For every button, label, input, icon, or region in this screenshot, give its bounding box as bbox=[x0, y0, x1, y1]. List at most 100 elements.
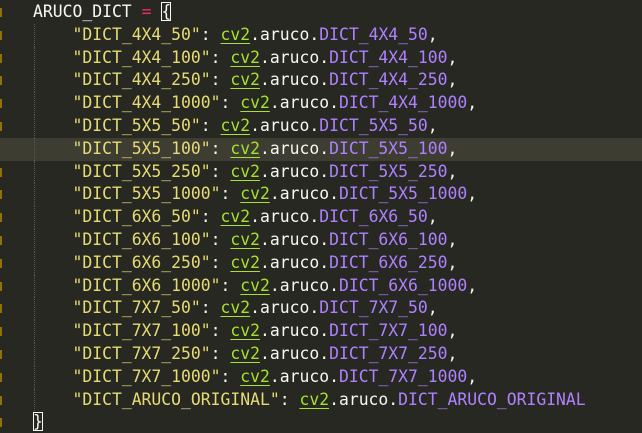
comma: , bbox=[467, 275, 478, 295]
dict-constant: DICT_5X5_1000 bbox=[338, 184, 468, 204]
code-line-entry[interactable]: "DICT_7X7_250": cv2.aruco.DICT_7X7_250, bbox=[0, 343, 642, 366]
code-line-content: "DICT_5X5_1000": cv2.aruco.DICT_5X5_1000… bbox=[33, 183, 477, 206]
code-line-content: "DICT_7X7_250": cv2.aruco.DICT_7X7_250, bbox=[33, 343, 457, 366]
module-name: cv2 bbox=[240, 184, 270, 204]
code-line-content: "DICT_7X7_1000": cv2.aruco.DICT_7X7_1000… bbox=[33, 366, 477, 389]
submodule-name: aruco bbox=[279, 93, 330, 113]
dot: . bbox=[319, 252, 330, 272]
comma: , bbox=[447, 230, 458, 249]
code-line-content: "DICT_4X4_100": cv2.aruco.DICT_4X4_100, bbox=[33, 47, 457, 70]
colon: : bbox=[220, 93, 231, 113]
submodule-name: aruco bbox=[260, 207, 310, 227]
comma: , bbox=[427, 207, 438, 227]
colon: : bbox=[210, 230, 221, 249]
module-name: cv2 bbox=[240, 275, 270, 295]
dict-constant: DICT_4X4_250 bbox=[329, 70, 448, 90]
code-line-entry[interactable]: "DICT_6X6_100": cv2.aruco.DICT_6X6_100, bbox=[0, 229, 642, 252]
dot: . bbox=[309, 24, 320, 44]
dot: . bbox=[309, 116, 320, 135]
dot: . bbox=[260, 344, 270, 363]
dict-key-string: "DICT_4X4_100" bbox=[72, 47, 211, 67]
code-line-content: "DICT_5X5_100": cv2.aruco.DICT_5X5_100, bbox=[33, 138, 457, 161]
code-line-header[interactable]: ARUCO_DICT = { bbox=[0, 1, 642, 24]
submodule-name: aruco bbox=[260, 298, 310, 318]
comma: , bbox=[427, 116, 438, 135]
module-name: cv2 bbox=[240, 93, 270, 113]
colon: : bbox=[200, 207, 211, 227]
code-line-entry[interactable]: "DICT_5X5_250": cv2.aruco.DICT_5X5_250, bbox=[0, 160, 642, 184]
colon: : bbox=[210, 252, 221, 272]
dot: . bbox=[260, 252, 270, 272]
colon: : bbox=[279, 389, 290, 409]
code-line-entry[interactable]: "DICT_ARUCO_ORIGINAL": cv2.aruco.DICT_AR… bbox=[0, 388, 642, 412]
submodule-name: aruco bbox=[269, 161, 320, 181]
comma: , bbox=[447, 252, 458, 272]
dot: . bbox=[269, 366, 280, 386]
dict-key-string: "DICT_6X6_50" bbox=[72, 207, 201, 227]
dot: . bbox=[329, 389, 339, 409]
dict-key-string: "DICT_6X6_1000" bbox=[72, 275, 221, 295]
dict-constant: DICT_6X6_50 bbox=[319, 207, 428, 227]
dict-constant: DICT_7X7_100 bbox=[329, 321, 448, 341]
colon: : bbox=[220, 184, 231, 204]
code-line-entry[interactable]: "DICT_5X5_100": cv2.aruco.DICT_5X5_100, bbox=[0, 137, 642, 161]
code-line-entry[interactable]: "DICT_4X4_100": cv2.aruco.DICT_4X4_100, bbox=[0, 46, 642, 70]
dict-constant: DICT_7X7_50 bbox=[319, 298, 428, 318]
dot: . bbox=[260, 230, 270, 249]
comma: , bbox=[447, 138, 458, 158]
submodule-name: aruco bbox=[269, 321, 320, 341]
code-line-entry[interactable]: "DICT_7X7_50": cv2.aruco.DICT_7X7_50, bbox=[0, 297, 642, 321]
code-line-entry[interactable]: "DICT_5X5_50": cv2.aruco.DICT_5X5_50, bbox=[0, 115, 642, 138]
dot: . bbox=[319, 47, 330, 67]
code-line-entry[interactable]: "DICT_4X4_1000": cv2.aruco.DICT_4X4_1000… bbox=[0, 92, 642, 115]
dot: . bbox=[250, 116, 261, 135]
module-name: cv2 bbox=[230, 47, 260, 67]
code-line-entry[interactable]: "DICT_6X6_250": cv2.aruco.DICT_6X6_250, bbox=[0, 251, 642, 275]
module-name: cv2 bbox=[230, 321, 260, 341]
dict-key-string: "DICT_5X5_50" bbox=[72, 116, 201, 135]
code-line-entry[interactable]: "DICT_7X7_1000": cv2.aruco.DICT_7X7_1000… bbox=[0, 365, 642, 389]
submodule-name: aruco bbox=[279, 275, 330, 295]
code-line-footer[interactable]: } bbox=[0, 411, 642, 433]
colon: : bbox=[210, 344, 221, 363]
code-line-entry[interactable]: "DICT_6X6_50": cv2.aruco.DICT_6X6_50, bbox=[0, 206, 642, 229]
dict-key-string: "DICT_7X7_100" bbox=[72, 321, 211, 341]
code-line-entry[interactable]: "DICT_4X4_250": cv2.aruco.DICT_4X4_250, bbox=[0, 69, 642, 93]
close-brace: } bbox=[33, 412, 43, 432]
module-name: cv2 bbox=[299, 389, 330, 409]
submodule-name: aruco bbox=[269, 70, 320, 90]
dot: . bbox=[260, 70, 270, 90]
code-line-content: "DICT_4X4_250": cv2.aruco.DICT_4X4_250, bbox=[33, 69, 457, 92]
colon: : bbox=[200, 24, 211, 44]
code-line-entry[interactable]: "DICT_6X6_1000": cv2.aruco.DICT_6X6_1000… bbox=[0, 274, 642, 298]
module-name: cv2 bbox=[220, 24, 251, 44]
comma: , bbox=[467, 93, 478, 113]
dot: . bbox=[309, 298, 320, 318]
module-name: cv2 bbox=[220, 116, 251, 135]
colon: : bbox=[200, 116, 211, 135]
code-line-entry[interactable]: "DICT_5X5_1000": cv2.aruco.DICT_5X5_1000… bbox=[0, 183, 642, 207]
dict-key-string: "DICT_5X5_250" bbox=[72, 161, 211, 181]
dot: . bbox=[319, 344, 330, 363]
module-name: cv2 bbox=[230, 138, 260, 158]
submodule-name: aruco bbox=[260, 116, 310, 135]
submodule-name: aruco bbox=[269, 344, 320, 363]
submodule-name: aruco bbox=[338, 389, 389, 409]
dot: . bbox=[329, 275, 339, 295]
code-editor[interactable]: ARUCO_DICT = { "DICT_4X4_50": cv2.aruco.… bbox=[0, 0, 642, 433]
dict-key-string: "DICT_6X6_250" bbox=[72, 252, 211, 272]
code-line-entry[interactable]: "DICT_7X7_100": cv2.aruco.DICT_7X7_100, bbox=[0, 320, 642, 343]
module-name: cv2 bbox=[230, 252, 260, 272]
submodule-name: aruco bbox=[279, 184, 330, 204]
code-line-content: "DICT_6X6_250": cv2.aruco.DICT_6X6_250, bbox=[33, 252, 457, 275]
colon: : bbox=[220, 275, 231, 295]
dict-constant: DICT_5X5_50 bbox=[319, 116, 428, 135]
code-line-entry[interactable]: "DICT_4X4_50": cv2.aruco.DICT_4X4_50, bbox=[0, 23, 642, 47]
dot: . bbox=[319, 138, 330, 158]
dot: . bbox=[260, 321, 270, 341]
module-name: cv2 bbox=[230, 230, 260, 249]
code-line-content: "DICT_7X7_50": cv2.aruco.DICT_7X7_50, bbox=[33, 297, 437, 320]
dict-constant: DICT_7X7_250 bbox=[329, 344, 448, 363]
submodule-name: aruco bbox=[279, 366, 330, 386]
dot: . bbox=[269, 93, 280, 113]
